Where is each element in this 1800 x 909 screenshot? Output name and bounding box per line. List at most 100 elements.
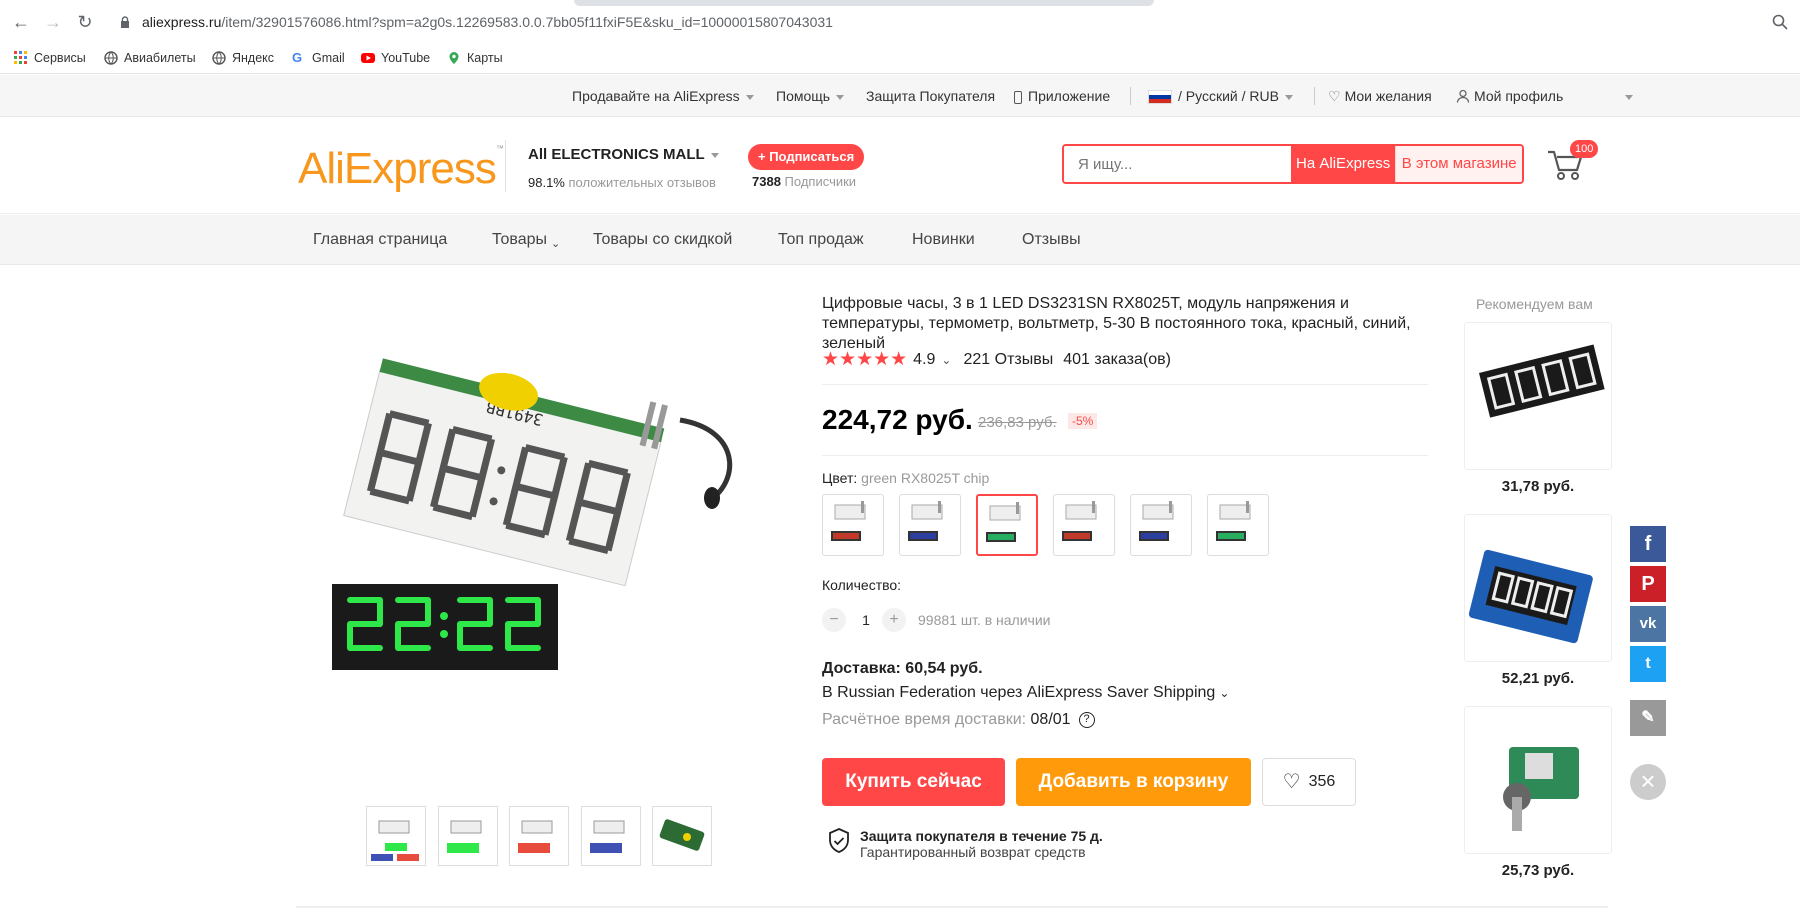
- color-label-text: Цвет:: [822, 470, 858, 486]
- subscribe-button[interactable]: + Подписаться: [748, 144, 865, 170]
- recommendations-title: Рекомендуем вам: [1476, 296, 1593, 312]
- cart-count-badge: 100: [1570, 140, 1599, 158]
- delivery-estimate: Расчётное время доставки: 08/01?: [822, 711, 1095, 729]
- quantity-decrease-button[interactable]: −: [822, 608, 846, 632]
- zoom-icon[interactable]: [1772, 14, 1788, 30]
- store-nav-reviews[interactable]: Отзывы: [1022, 231, 1081, 249]
- product-main-image[interactable]: 3491BB: [320, 300, 790, 770]
- quantity-increase-button[interactable]: +: [882, 608, 906, 632]
- old-price: 236,83 руб.: [978, 414, 1057, 431]
- thumbnail-3[interactable]: [509, 806, 569, 866]
- star-rating-icon: ★★★★★: [822, 349, 908, 370]
- wishlist-button[interactable]: ♡ 356: [1262, 758, 1356, 806]
- back-icon[interactable]: ←: [10, 11, 32, 33]
- sell-on-aliexpress-link[interactable]: Продавайте на AliExpress: [572, 88, 754, 104]
- store-nav-products[interactable]: Товары ⌄: [492, 231, 560, 250]
- bookmark-services[interactable]: Сервисы: [14, 51, 86, 65]
- phone-icon: [1014, 90, 1022, 104]
- bookmarks-bar: Сервисы Авиабилеты Яндекс G Gmail YouTub…: [0, 44, 1800, 74]
- bookmark-maps[interactable]: Карты: [447, 51, 503, 65]
- top-navigation: Продавайте на AliExpress Помощь Защита П…: [0, 75, 1800, 117]
- forward-icon[interactable]: →: [42, 11, 64, 33]
- buyer-protection-link[interactable]: Защита Покупателя: [866, 88, 995, 104]
- color-option-2[interactable]: [899, 494, 961, 556]
- chevron-down-icon: [1625, 94, 1634, 100]
- bookmark-label: Авиабилеты: [124, 51, 196, 65]
- globe-icon: [212, 51, 226, 65]
- shipping-method-selector[interactable]: В Russian Federation через AliExpress Sa…: [822, 684, 1229, 702]
- store-name[interactable]: All ELECTRONICS MALL: [528, 146, 719, 163]
- search-input[interactable]: [1064, 146, 1291, 182]
- color-option-4[interactable]: [1053, 494, 1115, 556]
- store-nav-discounts[interactable]: Товары со скидкой: [593, 231, 732, 249]
- help-link[interactable]: Помощь: [776, 88, 845, 104]
- recommended-item-3[interactable]: [1464, 706, 1612, 854]
- quantity-value[interactable]: 1: [856, 612, 876, 628]
- discount-badge: -5%: [1068, 413, 1098, 429]
- recommended-item-2[interactable]: [1464, 514, 1612, 662]
- protection-title: Защита покупателя в течение 75 д.: [860, 828, 1103, 844]
- bookmark-yandex[interactable]: Яндекс: [212, 51, 274, 65]
- bookmark-label: Сервисы: [34, 51, 86, 65]
- locale-selector[interactable]: / Русский / RUB: [1148, 88, 1293, 105]
- shipping-price: Доставка: 60,54 руб.: [822, 660, 983, 677]
- rating-text: положительных отзывов: [568, 175, 716, 190]
- shield-check-icon: [828, 828, 850, 859]
- question-icon[interactable]: ?: [1078, 711, 1095, 728]
- thumbnail-4[interactable]: [581, 806, 641, 866]
- pencil-icon[interactable]: ✎: [1630, 700, 1666, 736]
- chevron-down-icon: [836, 94, 845, 100]
- color-option-5[interactable]: [1130, 494, 1192, 556]
- recommended-item-1[interactable]: [1464, 322, 1612, 470]
- store-nav-top-sales[interactable]: Топ продаж: [778, 231, 864, 249]
- store-nav-new[interactable]: Новинки: [912, 231, 975, 249]
- color-option-6[interactable]: [1207, 494, 1269, 556]
- quantity-label: Количество:: [822, 577, 902, 593]
- bookmark-gmail[interactable]: G Gmail: [292, 50, 345, 66]
- heart-icon: ♡: [1282, 771, 1301, 793]
- profile-link[interactable]: Мой профиль: [1456, 88, 1634, 106]
- bookmark-label: Карты: [467, 51, 503, 65]
- search-bar: На AliExpress В этом магазине: [1062, 144, 1524, 184]
- bookmark-label: Яндекс: [232, 51, 275, 65]
- bookmark-label: YouTube: [381, 51, 431, 65]
- thumbnail-1[interactable]: [366, 806, 426, 866]
- chevron-down-icon[interactable]: ⌄: [941, 353, 951, 367]
- app-label: Приложение: [1028, 88, 1111, 104]
- bookmark-youtube[interactable]: YouTube: [361, 51, 430, 65]
- facebook-icon[interactable]: f: [1630, 526, 1666, 562]
- color-label: Цвет: green RX8025T chip: [822, 470, 989, 486]
- logo-text: AliExpress: [298, 144, 497, 193]
- search-aliexpress-button[interactable]: На AliExpress: [1291, 146, 1396, 182]
- buy-now-button[interactable]: Купить сейчас: [822, 758, 1005, 806]
- aliexpress-logo[interactable]: AliExpress™: [298, 144, 504, 194]
- search-store-button[interactable]: В этом магазине: [1395, 146, 1522, 182]
- apps-grid-icon: [14, 51, 28, 65]
- chevron-down-icon: ⌄: [551, 238, 561, 250]
- chevron-down-icon: [1284, 94, 1293, 100]
- twitter-icon[interactable]: t: [1630, 646, 1666, 682]
- lock-icon: [120, 15, 130, 28]
- color-value: green RX8025T chip: [861, 470, 990, 486]
- protection-subtitle: Гарантированный возврат средств: [860, 844, 1086, 860]
- thumbnail-5[interactable]: [652, 806, 712, 866]
- google-icon: G: [292, 50, 303, 65]
- pinterest-icon[interactable]: P: [1630, 566, 1666, 602]
- maps-icon: [447, 51, 461, 65]
- close-icon[interactable]: ×: [1630, 764, 1666, 800]
- rating-value[interactable]: 4.9: [913, 351, 935, 369]
- url-field[interactable]: aliexpress.ru/item/32901576086.html?spm=…: [142, 14, 833, 30]
- store-name-label: All ELECTRONICS MALL: [528, 146, 705, 163]
- app-link[interactable]: Приложение: [1014, 88, 1110, 104]
- bookmark-flights[interactable]: Авиабилеты: [104, 51, 196, 65]
- reload-icon[interactable]: ↻: [74, 11, 96, 33]
- add-to-cart-button[interactable]: Добавить в корзину: [1016, 758, 1251, 806]
- color-option-3[interactable]: [976, 494, 1038, 556]
- color-option-1[interactable]: [822, 494, 884, 556]
- locale-label: / Русский / RUB: [1178, 88, 1279, 104]
- reviews-count[interactable]: 221 Отзывы: [963, 351, 1053, 369]
- wishlist-link[interactable]: ♡ Мои желания: [1328, 88, 1432, 105]
- thumbnail-2[interactable]: [438, 806, 498, 866]
- store-nav-home[interactable]: Главная страница: [313, 231, 447, 249]
- vk-icon[interactable]: vk: [1630, 606, 1666, 642]
